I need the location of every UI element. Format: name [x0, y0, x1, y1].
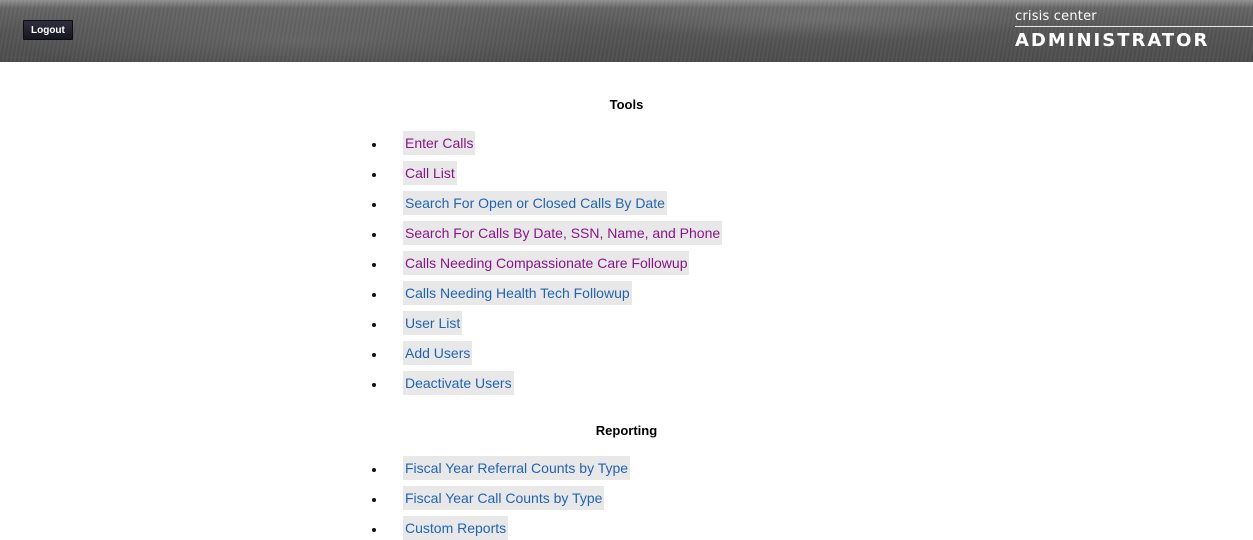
- bullet-icon: [372, 143, 376, 147]
- tools-link-7[interactable]: Add Users: [403, 341, 473, 365]
- bullet-icon: [372, 498, 376, 502]
- tools-link-5[interactable]: Calls Needing Health Tech Followup: [403, 281, 632, 305]
- reporting-link-2[interactable]: Custom Reports: [403, 516, 509, 540]
- brand-logo: crisis center ADMINISTRATOR: [1015, 9, 1253, 52]
- tools-link-1[interactable]: Call List: [403, 161, 457, 185]
- tools-link-3[interactable]: Search For Calls By Date, SSN, Name, and…: [403, 221, 723, 245]
- bullet-icon: [372, 263, 376, 267]
- bullet-icon: [372, 353, 376, 357]
- bullet-icon: [372, 383, 376, 387]
- bullet-icon: [372, 323, 376, 327]
- tools-link-2[interactable]: Search For Open or Closed Calls By Date: [403, 191, 667, 215]
- bullet-icon: [372, 468, 376, 472]
- brand-divider: [1015, 26, 1253, 27]
- bullet-icon: [372, 173, 376, 177]
- reporting-link-0[interactable]: Fiscal Year Referral Counts by Type: [403, 456, 631, 480]
- bullet-icon: [372, 233, 376, 237]
- header-banner: Logout crisis center ADMINISTRATOR: [0, 0, 1253, 62]
- bullet-icon: [372, 528, 376, 532]
- tools-link-6[interactable]: User List: [403, 311, 463, 335]
- reporting-link-1[interactable]: Fiscal Year Call Counts by Type: [403, 486, 605, 510]
- brand-title: ADMINISTRATOR: [1015, 30, 1210, 51]
- tools-heading: Tools: [609, 97, 644, 112]
- bullet-icon: [372, 203, 376, 207]
- bullet-icon: [372, 293, 376, 297]
- tools-link-4[interactable]: Calls Needing Compassionate Care Followu…: [403, 251, 690, 275]
- tools-link-0[interactable]: Enter Calls: [403, 131, 476, 155]
- reporting-heading: Reporting: [595, 423, 658, 438]
- tools-link-8[interactable]: Deactivate Users: [403, 371, 514, 395]
- brand-subtitle: crisis center: [1015, 9, 1097, 24]
- logout-button[interactable]: Logout: [23, 20, 73, 40]
